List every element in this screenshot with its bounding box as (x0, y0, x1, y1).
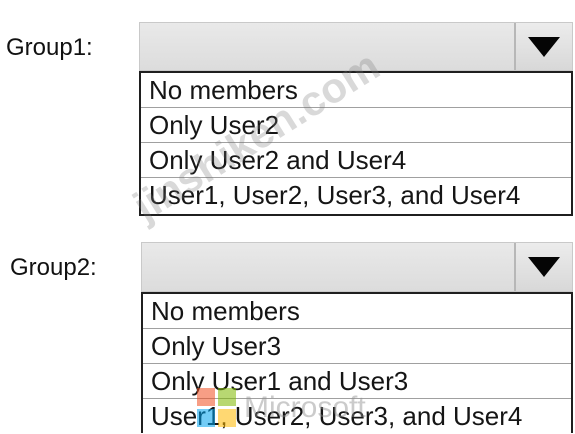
group2-dropdown-button[interactable] (514, 243, 572, 291)
group2-option-no-members[interactable]: No members (143, 294, 571, 329)
group2-label: Group2: (10, 254, 97, 281)
group1-option-all-users[interactable]: User1, User2, User3, and User4 (141, 178, 571, 213)
chevron-down-icon (528, 257, 560, 277)
group2-options-list: No members Only User3 Only User1 and Use… (141, 292, 573, 433)
group1-label: Group1: (6, 34, 93, 61)
group1-dropdown[interactable] (139, 22, 573, 71)
group1-option-only-user2[interactable]: Only User2 (141, 108, 571, 143)
group2-option-user1-and-user3[interactable]: Only User1 and User3 (143, 364, 571, 399)
group2-option-only-user3[interactable]: Only User3 (143, 329, 571, 364)
group1-options-list: No members Only User2 Only User2 and Use… (139, 71, 573, 216)
chevron-down-icon (528, 36, 560, 57)
group1-option-no-members[interactable]: No members (141, 73, 571, 108)
group2-option-all-users[interactable]: User1, User2, User3, and User4 (143, 399, 571, 434)
group1-dropdown-button[interactable] (514, 23, 572, 70)
group1-option-user2-and-user4[interactable]: Only User2 and User4 (141, 143, 571, 178)
group2-dropdown[interactable] (141, 242, 573, 292)
